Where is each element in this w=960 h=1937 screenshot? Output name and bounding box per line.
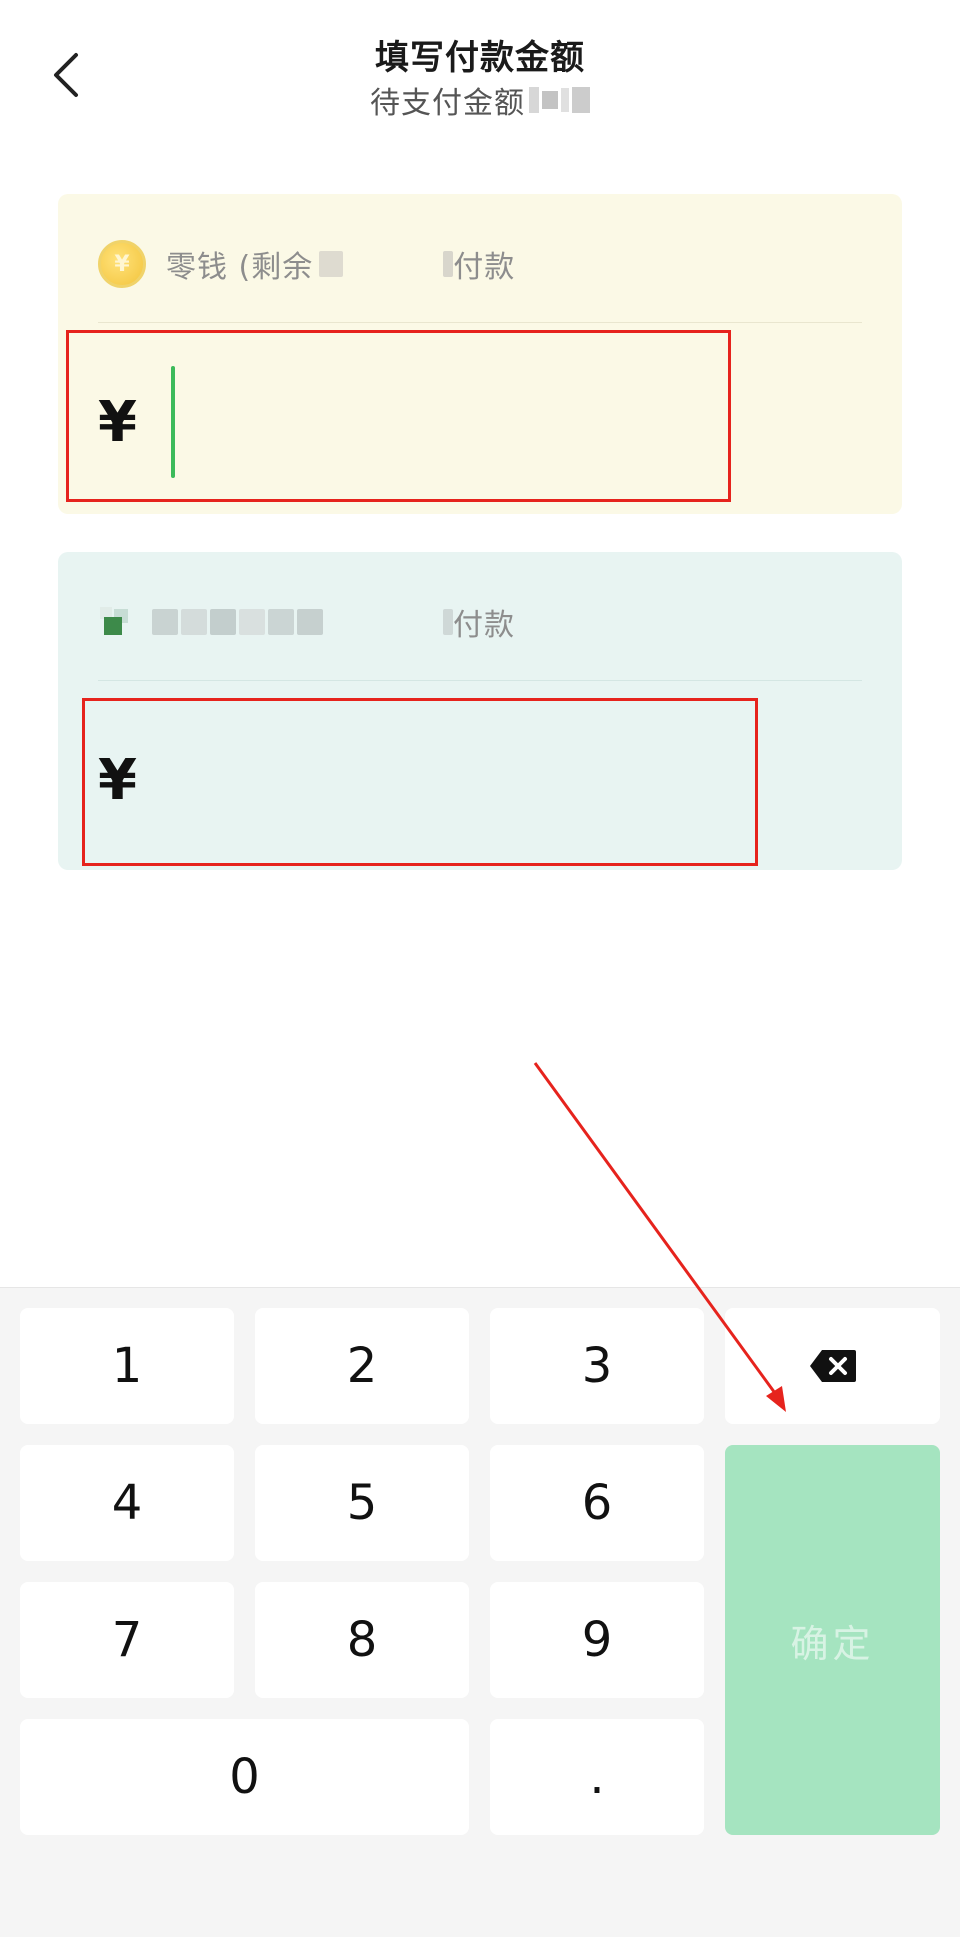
currency-symbol: ¥: [98, 747, 137, 813]
currency-symbol: ¥: [98, 389, 137, 455]
divider: [98, 322, 862, 323]
change-amount-input[interactable]: [184, 392, 685, 452]
change-balance-redacted: [319, 251, 344, 277]
page-title: 填写付款金额: [375, 38, 585, 78]
other-amount-input[interactable]: [146, 750, 647, 810]
change-balance-label: 零钱 (剩余: [166, 250, 314, 285]
other-card-header: 付款: [98, 594, 862, 650]
pending-amount-row: 待支付金额: [0, 78, 960, 122]
payment-method-redacted-2: [443, 609, 453, 635]
numeric-keypad: 1 2 3 4 5 6 7 8 9 0 . 确定: [0, 1287, 960, 1937]
payment-method-name-redacted: [152, 609, 323, 635]
payment-amount-page: 填写付款金额 待支付金额 ¥ 零钱 (剩余 付款 ¥ 付款 ¥ 1 2 3 4 …: [0, 0, 960, 1937]
backspace-icon: [809, 1350, 856, 1382]
coin-icon: ¥: [98, 240, 146, 288]
payment-method-icon: [98, 603, 136, 641]
other-payment-card: 付款 ¥: [58, 552, 902, 870]
key-3[interactable]: 3: [490, 1308, 704, 1424]
key-1[interactable]: 1: [20, 1308, 234, 1424]
key-9[interactable]: 9: [490, 1582, 704, 1698]
confirm-button[interactable]: 确定: [725, 1445, 940, 1835]
change-card-header: ¥ 零钱 (剩余 付款: [98, 236, 862, 292]
divider: [98, 680, 862, 681]
key-7[interactable]: 7: [20, 1582, 234, 1698]
change-pay-suffix: 付款: [453, 250, 516, 285]
other-pay-suffix: 付款: [453, 608, 515, 643]
key-0[interactable]: 0: [20, 1719, 469, 1835]
key-4[interactable]: 4: [20, 1445, 234, 1561]
text-cursor: [170, 366, 175, 478]
change-amount-row[interactable]: ¥: [98, 362, 862, 482]
pending-amount-label: 待支付金额: [370, 86, 525, 121]
key-2[interactable]: 2: [255, 1308, 469, 1424]
key-6[interactable]: 6: [490, 1445, 704, 1561]
change-balance-redacted-2: [443, 251, 454, 277]
pending-amount-redacted: [529, 87, 590, 113]
key-5[interactable]: 5: [255, 1445, 469, 1561]
other-amount-row[interactable]: ¥: [98, 720, 862, 840]
key-decimal[interactable]: .: [490, 1719, 704, 1835]
backspace-key[interactable]: [725, 1308, 940, 1424]
key-8[interactable]: 8: [255, 1582, 469, 1698]
change-payment-card: ¥ 零钱 (剩余 付款 ¥: [58, 194, 902, 514]
